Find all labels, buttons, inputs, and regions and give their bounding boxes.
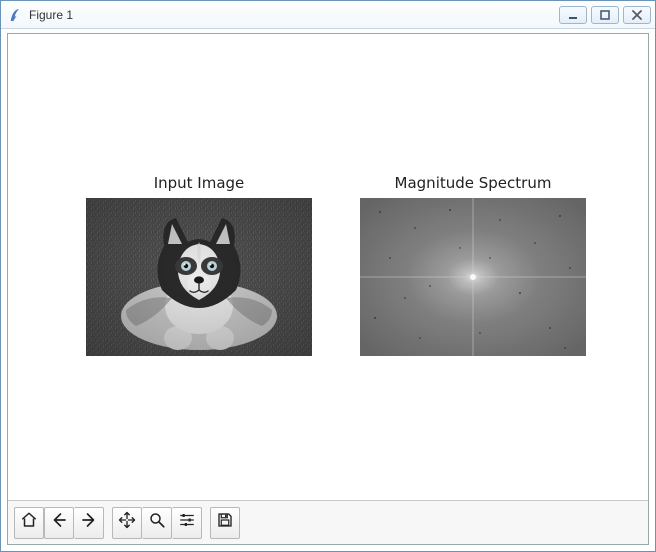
zoom-icon — [148, 511, 166, 534]
sliders-icon — [178, 511, 196, 534]
subplot-title-left: Input Image — [86, 174, 312, 192]
maximize-button[interactable] — [591, 6, 619, 24]
close-button[interactable] — [623, 6, 651, 24]
client-area: Input Image — [7, 33, 649, 545]
home-button[interactable] — [14, 507, 44, 539]
pan-button[interactable] — [112, 507, 142, 539]
save-icon — [216, 511, 234, 534]
arrow-right-icon — [80, 511, 98, 534]
arrow-left-icon — [50, 511, 68, 534]
home-icon — [20, 511, 38, 534]
subplot-title-right: Magnitude Spectrum — [360, 174, 586, 192]
tk-icon — [7, 7, 23, 23]
save-button[interactable] — [210, 507, 240, 539]
forward-button[interactable] — [74, 507, 104, 539]
subplot-input-image: Input Image — [86, 198, 312, 356]
spectrum-image — [360, 198, 586, 356]
minimize-button[interactable] — [559, 6, 587, 24]
back-button[interactable] — [44, 507, 74, 539]
window-root: Figure 1 Input Image — [0, 0, 656, 552]
window-title: Figure 1 — [29, 8, 73, 22]
matplotlib-toolbar — [8, 500, 648, 544]
configure-button[interactable] — [172, 507, 202, 539]
input-image — [86, 198, 312, 356]
titlebar[interactable]: Figure 1 — [1, 1, 655, 29]
figure-canvas[interactable]: Input Image — [8, 34, 648, 500]
zoom-button[interactable] — [142, 507, 172, 539]
move-icon — [118, 511, 136, 534]
subplot-magnitude-spectrum: Magnitude Spectrum — [360, 198, 586, 356]
window-controls — [559, 6, 651, 24]
